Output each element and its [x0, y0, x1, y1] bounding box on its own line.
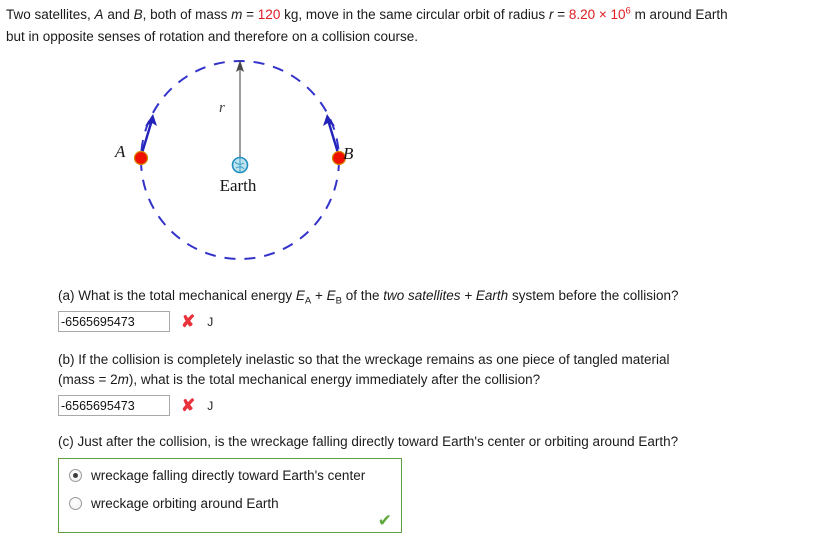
radius-label: r	[219, 100, 225, 116]
mass-unit-text: kg, move in the same circular orbit of r…	[280, 7, 549, 22]
intro-text-3: , both of mass	[142, 7, 232, 22]
radio-button-option-2[interactable]	[69, 497, 82, 510]
part-c-block: (c) Just after the collision, is the wre…	[58, 432, 798, 533]
satellite-a-label: A	[115, 142, 126, 161]
radio-button-option-1[interactable]	[69, 469, 82, 482]
radius-tail: m around Earth	[630, 7, 728, 22]
orbit-diagram: A B r Earth	[95, 56, 385, 281]
part-a-italic-phrase: two satellites + Earth	[383, 288, 509, 303]
part-a-question: (a) What is the total mechanical energy …	[58, 286, 798, 306]
part-a-block: (a) What is the total mechanical energy …	[58, 286, 798, 332]
part-c-question: (c) Just after the collision, is the wre…	[58, 434, 679, 449]
part-b-text-2b: ), what is the total mechanical energy i…	[128, 372, 541, 387]
satellite-a-mention: A	[94, 7, 104, 22]
part-c-option-2[interactable]: wreckage orbiting around Earth	[69, 496, 391, 511]
part-a-plus: +	[311, 288, 327, 303]
part-b-answer-row: ✘ J	[58, 395, 798, 416]
part-c-option-2-label: wreckage orbiting around Earth	[91, 496, 279, 511]
part-c-option-1-label: wreckage falling directly toward Earth's…	[91, 468, 366, 483]
part-a-text-3: system before the collision?	[508, 288, 679, 303]
intro-text-1: Two satellites,	[6, 7, 95, 22]
part-b-question-line-2: (mass = 2m), what is the total mechanica…	[58, 370, 798, 390]
part-b-unit: J	[207, 398, 214, 413]
satellite-b-mention: B	[133, 7, 143, 22]
orbit-diagram-svg	[133, 60, 347, 260]
intro-text-2: and	[103, 7, 134, 22]
intro-line-2: but in opposite senses of rotation and t…	[6, 29, 419, 44]
part-b-incorrect-icon: ✘	[181, 396, 196, 415]
problem-statement: Two satellites, A and B, both of mass m …	[6, 4, 824, 48]
part-b-mass-symbol: m	[117, 372, 129, 387]
part-a-text-2: of the	[341, 288, 384, 303]
energy-symbol-a: E	[295, 288, 305, 303]
satellite-a-marker	[133, 150, 149, 166]
part-b-question-line-1: (b) If the collision is completely inela…	[58, 352, 670, 367]
energy-symbol-b: E	[326, 288, 336, 303]
part-b-answer-input[interactable]	[58, 395, 170, 416]
part-b-text-2a: (mass = 2	[58, 372, 118, 387]
satellite-b-label: B	[343, 144, 354, 163]
part-a-answer-input[interactable]	[58, 311, 170, 332]
part-c-choice-box: wreckage falling directly toward Earth's…	[58, 458, 402, 533]
part-a-text-1: (a) What is the total mechanical energy	[58, 288, 296, 303]
part-a-incorrect-icon: ✘	[181, 312, 196, 331]
radius-value: 8.20	[568, 7, 596, 22]
part-a-answer-row: ✘ J	[58, 311, 798, 332]
part-c-correct-icon: ✔	[377, 511, 392, 530]
part-c-option-1[interactable]: wreckage falling directly toward Earth's…	[69, 468, 391, 483]
mass-value: 120	[257, 7, 281, 22]
intro-equals-1: =	[242, 7, 258, 22]
earth-label: Earth	[219, 176, 257, 195]
part-a-unit: J	[207, 314, 214, 329]
part-b-block: (b) If the collision is completely inela…	[58, 350, 798, 416]
mass-symbol: m	[231, 7, 243, 22]
radius-times: × 10	[595, 7, 626, 22]
intro-equals-2: =	[553, 7, 569, 22]
